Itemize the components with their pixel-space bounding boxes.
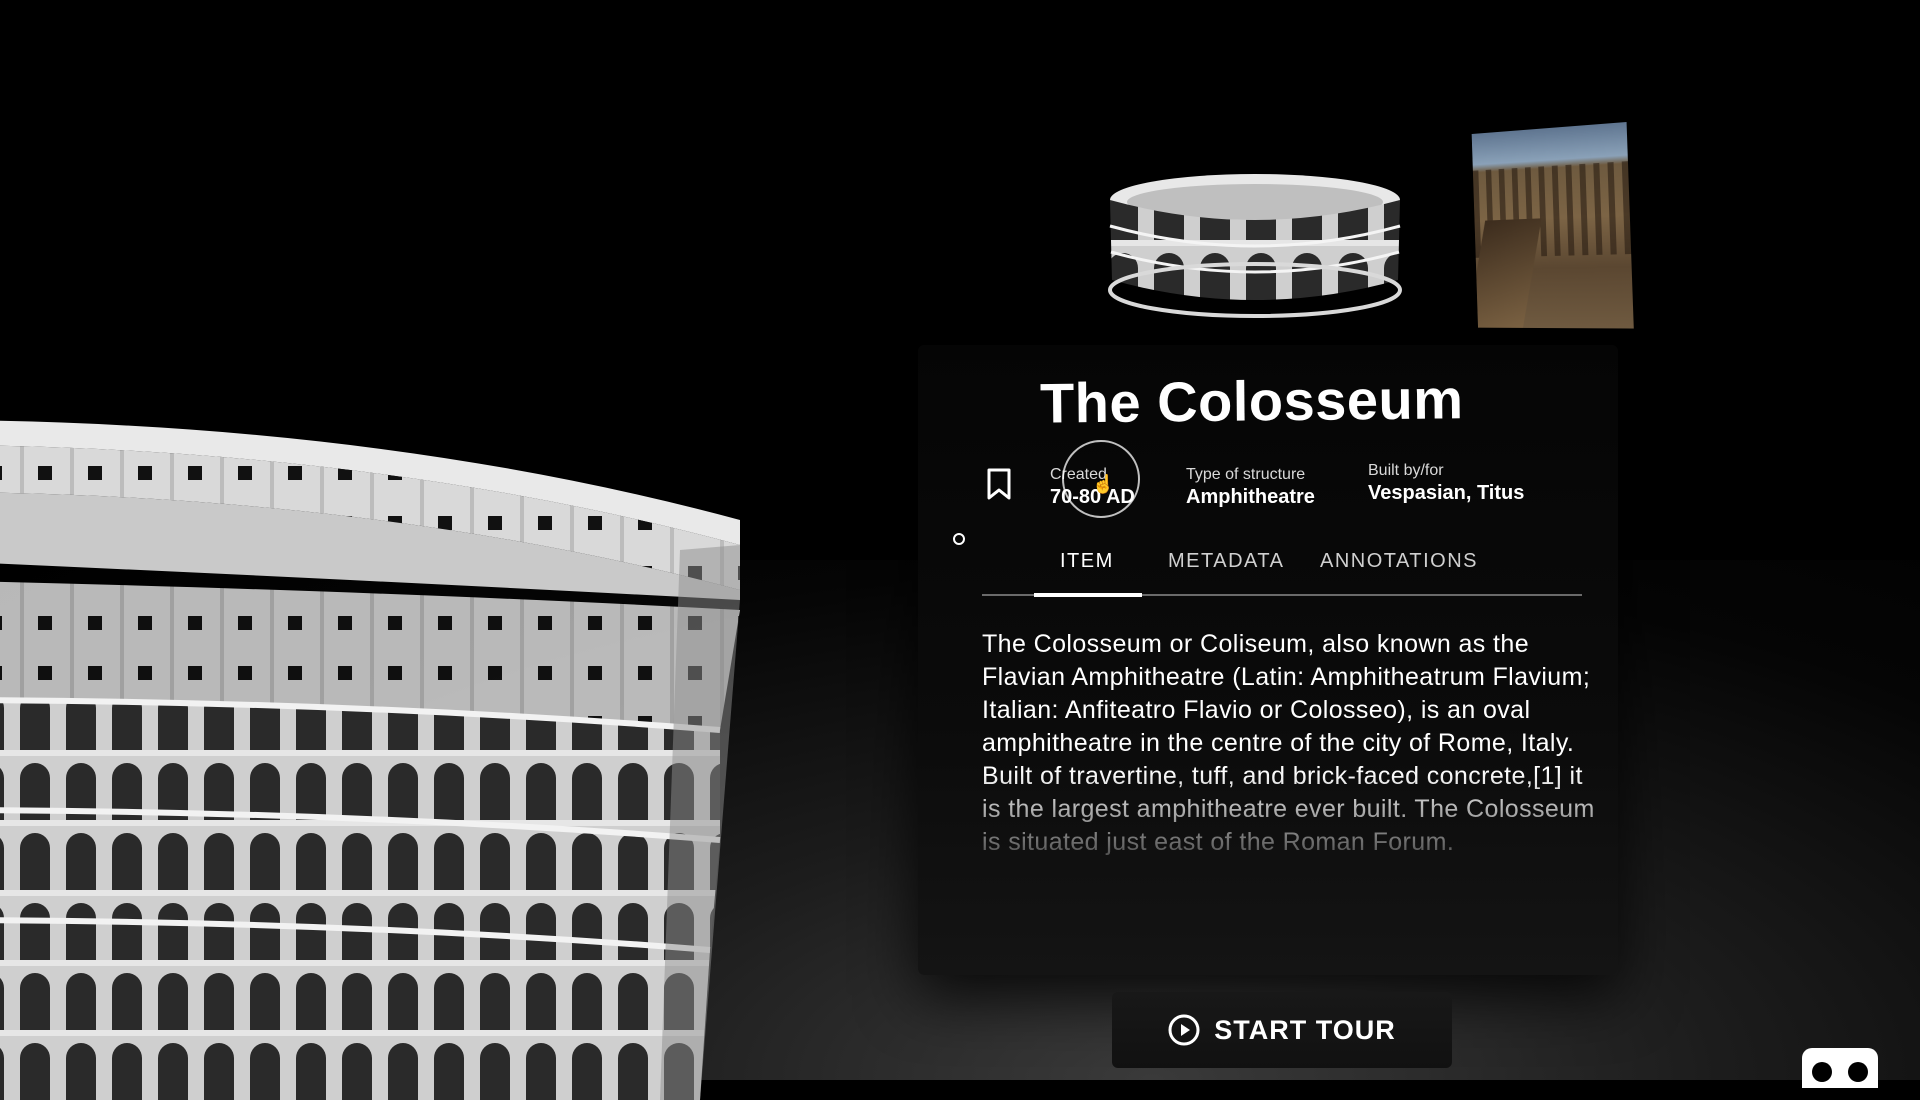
tab-annotations[interactable]: ANNOTATIONS — [1320, 550, 1478, 573]
model-thumbnail[interactable] — [1100, 170, 1410, 330]
meta-type: Type of structure Amphitheatre — [1186, 466, 1315, 509]
item-title: The Colosseum — [1039, 367, 1464, 435]
active-tab-indicator — [1034, 593, 1142, 597]
colosseum-3d-model[interactable] — [0, 400, 820, 1100]
meta-value: Vespasian, Titus — [1368, 482, 1525, 504]
play-circle-icon — [1168, 1014, 1200, 1046]
item-description: The Colosseum or Coliseum, also known as… — [982, 630, 1595, 856]
meta-built-by: Built by/for Vespasian, Titus — [1368, 462, 1524, 505]
tab-item[interactable]: ITEM — [1060, 550, 1114, 573]
start-tour-label: START TOUR — [1214, 1014, 1396, 1045]
tab-metadata[interactable]: METADATA — [1168, 550, 1284, 573]
start-tour-button[interactable]: START TOUR — [1112, 992, 1452, 1068]
meta-label: Built by/for — [1368, 462, 1444, 479]
tab-bar: ITEM METADATA ANNOTATIONS — [982, 542, 1582, 597]
scroll-indicator-dot[interactable] — [953, 533, 965, 545]
hand-pointer-icon: ☝ — [1092, 474, 1115, 494]
vr-headset-icon[interactable] — [1802, 1048, 1878, 1088]
meta-value: Amphitheatre — [1186, 486, 1315, 508]
photo-railing — [1471, 218, 1542, 328]
photo-thumbnail[interactable] — [1471, 122, 1634, 329]
bookmark-icon[interactable] — [986, 468, 1012, 500]
meta-label: Type of structure — [1186, 466, 1306, 483]
